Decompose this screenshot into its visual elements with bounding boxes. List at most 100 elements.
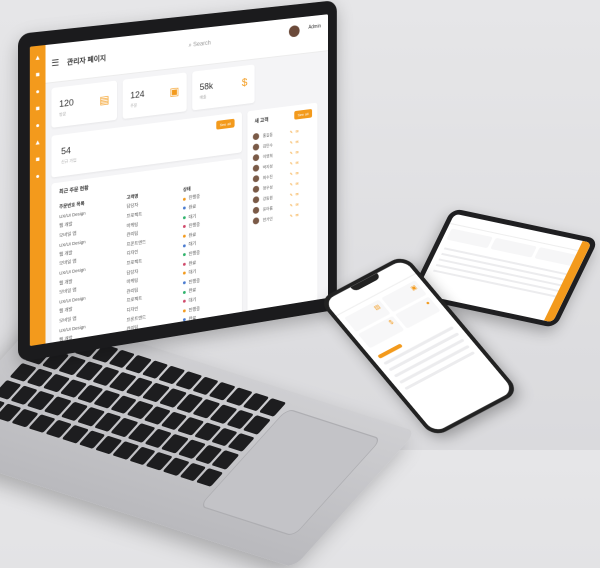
action-icons[interactable]: ✎ ✉ (290, 129, 300, 135)
see-all-button[interactable]: See all (216, 119, 235, 130)
users-icon: ● (425, 300, 432, 306)
cell-text: 담당자 (127, 203, 139, 210)
avatar (253, 217, 259, 225)
cell-text: 웹 개발 (59, 307, 72, 314)
page-title: 관리자 페이지 (67, 53, 106, 67)
stat-value: 58k (200, 81, 213, 92)
cell-text: 완료 (189, 288, 197, 294)
status-dot (183, 207, 186, 210)
status-dot (183, 216, 186, 219)
status-dot (183, 281, 186, 284)
customers-see-all-button[interactable]: See all (294, 109, 312, 120)
cell-text: 모바일 앱 (59, 316, 76, 324)
table-heading: 최근 주문 현황 (59, 184, 88, 195)
action-icons[interactable]: ✎ ✉ (290, 181, 300, 187)
avatar[interactable] (289, 25, 300, 38)
home-icon[interactable]: ▲ (34, 54, 42, 63)
summary-label: 신규 가입 (61, 157, 76, 165)
dollar-icon: $ (388, 320, 395, 326)
action-icons[interactable]: ✎ ✉ (290, 191, 300, 197)
status-dot (183, 272, 186, 275)
cell-text: 프론트엔드 (127, 239, 147, 247)
status-dot (183, 225, 186, 228)
settings-icon[interactable]: ▲ (34, 139, 42, 148)
customer-name: 한가인 (263, 213, 290, 223)
stat-card: 120 방문 ▤ (51, 80, 117, 127)
status-dot (183, 290, 186, 293)
cell-text: 마케팅 (127, 221, 139, 228)
table-cell: 디자인 (127, 327, 183, 342)
action-icons[interactable]: ✎ ✉ (290, 170, 300, 176)
cell-text: 진행중 (189, 222, 201, 229)
stat-label: 주문 (130, 103, 137, 110)
action-icons[interactable]: ✎ ✉ (290, 202, 300, 208)
cell-text: 대기 (189, 297, 197, 303)
status-dot (183, 197, 186, 200)
avatar (253, 185, 259, 193)
cart-icon[interactable]: ■ (34, 105, 42, 114)
stat-value: 120 (59, 97, 74, 109)
status-dot (183, 235, 186, 238)
cell-text: 프로젝트 (127, 296, 143, 303)
summary-value: 54 (61, 145, 71, 156)
cell-text: 진행중 (189, 250, 201, 257)
status-dot (183, 244, 186, 247)
dollar-icon: $ (242, 77, 248, 89)
search-placeholder: Search (193, 41, 211, 49)
avatar (253, 133, 259, 141)
user-icon[interactable]: ● (34, 88, 42, 97)
cell-text: 모바일 앱 (59, 344, 76, 346)
cell-text: 마케팅 (127, 278, 139, 285)
user-name: Admin (308, 24, 321, 31)
search-input[interactable]: ⌕ Search (189, 41, 211, 50)
cell-text: 프론트엔드 (127, 314, 147, 322)
avatar (253, 164, 259, 172)
cell-text: 진행중 (189, 333, 201, 340)
bag-icon: ▣ (409, 284, 419, 292)
stat-card: 124 주문 ▣ (123, 72, 187, 119)
cell-text: 웹 개발 (59, 335, 72, 342)
cell-text: 관리팀 (127, 287, 139, 294)
action-icons[interactable]: ✎ ✉ (290, 139, 300, 145)
cell-text: 대기 (189, 269, 197, 275)
action-icons[interactable]: ✎ ✉ (290, 149, 300, 155)
status-dot (183, 337, 186, 340)
tablet-card (446, 228, 493, 248)
status-dot (183, 263, 186, 266)
phone-notch (351, 273, 381, 292)
table-cell: 대기 (183, 318, 236, 333)
status-dot (183, 328, 186, 331)
status-dot (183, 309, 186, 312)
laptop-screen: ▲ ■ ● ■ ● ▲ ■ ● ☰ 관리자 페이지 ⌕ Search Admin… (30, 14, 328, 346)
phone-row (394, 339, 465, 378)
cell-text: 대기 (189, 241, 197, 247)
cell-text: 웹 개발 (59, 278, 72, 285)
cell-text: 대기 (189, 213, 197, 219)
customers-panel: 새 고객 See all 홍길동 ✎ ✉ 김민수 ✎ ✉ 이영희 ✎ ✉ 박지성… (247, 103, 317, 329)
cell-text: 모바일 앱 (59, 230, 76, 237)
orders-table: 주문번호 목록 고객명 상태 UX/UI Design담당자진행중웹 개발프로젝… (59, 178, 236, 346)
cell-text: 디자인 (127, 334, 139, 341)
cell-text: 프로젝트 (127, 258, 143, 265)
cell-text: 웹 개발 (59, 221, 72, 228)
action-icons[interactable]: ✎ ✉ (290, 160, 300, 166)
tablet-card (490, 238, 537, 258)
cell-text: 대기 (189, 325, 197, 331)
calendar-icon[interactable]: ■ (34, 156, 42, 165)
chart-icon[interactable]: ■ (34, 71, 42, 80)
cell-text: 완료 (189, 260, 197, 266)
cell-text: 모바일 앱 (59, 287, 76, 295)
cell-text: 프로젝트 (127, 212, 143, 219)
cell-text: 관리팀 (127, 325, 139, 332)
avatar (253, 207, 259, 215)
cell-text: 완료 (189, 204, 197, 210)
stat-value: 124 (130, 89, 144, 100)
message-icon[interactable]: ● (34, 122, 42, 131)
avatar (253, 175, 259, 183)
cell-text: 관리팀 (127, 231, 139, 238)
action-icons[interactable]: ✎ ✉ (290, 212, 300, 218)
logout-icon[interactable]: ● (34, 173, 42, 182)
cell-text: 담당자 (127, 268, 139, 275)
menu-icon[interactable]: ☰ (51, 57, 59, 69)
stat-label: 매출 (200, 94, 207, 101)
